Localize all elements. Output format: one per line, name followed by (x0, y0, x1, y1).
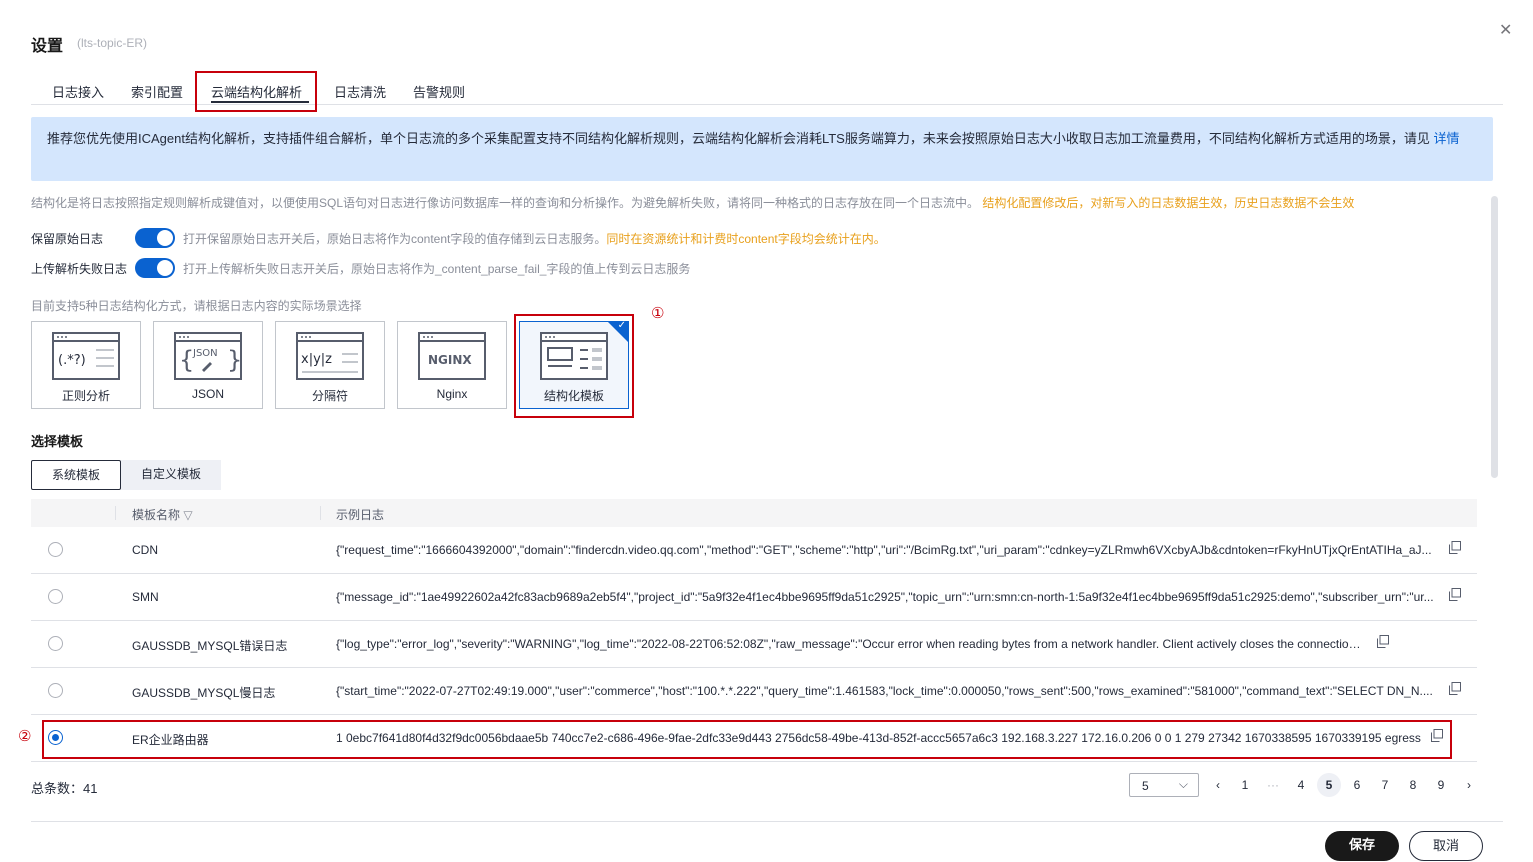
toggle-label: 上传解析失败日志 (31, 261, 128, 276)
toggle-row-keep-raw: 保留原始日志 打开保留原始日志开关后，原始日志将作为content字段的值存储到… (31, 227, 886, 249)
column-header-sample: 示例日志 (336, 508, 385, 522)
svg-text:NGINX: NGINX (428, 353, 472, 367)
tab-log-cleaning[interactable]: 日志清洗 (334, 82, 386, 101)
description-warning: 结构化配置修改后，对新写入的日志数据生效，历史日志数据不会生效 (982, 196, 1355, 210)
svg-text:{: { (179, 346, 194, 374)
copy-icon[interactable] (1449, 541, 1461, 554)
table-row[interactable]: CDN {"request_time":"1666604392000","dom… (31, 527, 1477, 574)
copy-icon[interactable] (1449, 588, 1461, 601)
toggle-desc: 打开保留原始日志开关后，原始日志将作为content字段的值存储到云日志服务。同… (183, 230, 886, 247)
page-9[interactable]: 9 (1429, 773, 1453, 797)
info-banner: 推荐您优先使用ICAgent结构化解析，支持插件组合解析，单个日志流的多个采集配… (31, 117, 1493, 181)
page-5-current[interactable]: 5 (1317, 773, 1341, 797)
cancel-button[interactable]: 取消 (1409, 831, 1483, 861)
nginx-icon: NGINX (418, 332, 486, 380)
details-link[interactable]: 详情 (1433, 131, 1459, 146)
page-1[interactable]: 1 (1233, 773, 1257, 797)
table-header: 模板名称 ▽ 示例日志 (31, 499, 1477, 527)
table-row[interactable]: GAUSSDB_MYSQL慢日志 {"start_time":"2022-07-… (31, 668, 1477, 715)
dialog-title: 设置 (31, 38, 64, 55)
column-divider (115, 506, 116, 520)
pagination: 5 ⌵ (1129, 773, 1199, 797)
copy-icon[interactable] (1449, 682, 1461, 695)
row-radio[interactable] (48, 542, 63, 557)
highlight-box-card (514, 314, 634, 418)
highlight-box-tab (195, 71, 317, 112)
method-label: 分隔符 (311, 389, 348, 403)
prev-page-icon[interactable]: ‹ (1206, 773, 1230, 797)
template-name: GAUSSDB_MYSQL慢日志 (132, 686, 276, 700)
table-row[interactable]: GAUSSDB_MYSQL错误日志 {"log_type":"error_log… (31, 621, 1477, 668)
method-label: JSON (191, 387, 224, 401)
svg-text:}: } (227, 346, 242, 374)
sample-log: {"log_type":"error_log","severity":"WARN… (336, 637, 1366, 651)
json-icon: { } JSON (174, 332, 242, 380)
tab-index-config[interactable]: 索引配置 (131, 82, 183, 101)
toggle-label: 保留原始日志 (31, 231, 104, 246)
column-header-label: 模板名称 (132, 508, 181, 522)
page-6[interactable]: 6 (1345, 773, 1369, 797)
row-radio[interactable] (48, 636, 63, 651)
sample-log: {"start_time":"2022-07-27T02:49:19.000",… (336, 684, 1433, 698)
template-name: GAUSSDB_MYSQL错误日志 (132, 639, 288, 653)
template-name: CDN (132, 543, 158, 557)
method-card-json[interactable]: { } JSON JSON (153, 321, 263, 409)
row-radio[interactable] (48, 683, 63, 698)
footer-divider (31, 821, 1503, 822)
row-radio[interactable] (48, 589, 63, 604)
method-label: Nginx (436, 387, 468, 401)
vertical-scrollbar[interactable] (1491, 196, 1498, 478)
toggle-row-upload-failed: 上传解析失败日志 打开上传解析失败日志开关后，原始日志将作为_content_p… (31, 257, 690, 279)
table-row[interactable]: SMN {"message_id":"1ae49922602a42fc83acb… (31, 574, 1477, 621)
page-ellipsis[interactable]: ··· (1261, 773, 1285, 797)
highlight-box-row (42, 720, 1452, 759)
toggle-desc-text: 打开保留原始日志开关后，原始日志将作为content字段的值存储到云日志服务。 (183, 231, 607, 246)
page-8[interactable]: 8 (1401, 773, 1425, 797)
upload-failed-log-toggle[interactable] (135, 258, 175, 278)
template-name: SMN (132, 590, 159, 604)
method-label: 正则分析 (61, 389, 110, 403)
sample-log: {"message_id":"1ae49922602a42fc83acb9689… (336, 590, 1434, 604)
page-size-select[interactable]: 5 ⌵ (1129, 773, 1199, 797)
banner-text: 推荐您优先使用ICAgent结构化解析，支持插件组合解析，单个日志流的多个采集配… (47, 131, 1430, 146)
method-hint: 目前支持5种日志结构化方式，请根据日志内容的实际场景选择 (31, 299, 362, 313)
column-divider (320, 506, 321, 520)
filter-icon[interactable]: ▽ (183, 508, 192, 522)
template-type-switch: 系统模板 自定义模板 (31, 460, 222, 490)
section-title-select-template: 选择模板 (31, 434, 84, 449)
svg-text:x|y|z: x|y|z (301, 352, 332, 367)
toggle-desc-warning: 同时在资源统计和计费时content字段均会统计在内。 (606, 231, 886, 246)
chevron-down-icon: ⌵ (1178, 777, 1188, 791)
column-header-name: 模板名称 ▽ (132, 506, 193, 523)
system-template-tab[interactable]: 系统模板 (31, 460, 122, 490)
dialog-subtitle: (lts-topic-ER) (77, 36, 148, 50)
annotation-marker-2: ② (18, 728, 32, 745)
method-card-regex[interactable]: (.*?) 正则分析 (31, 321, 141, 409)
copy-icon[interactable] (1377, 635, 1389, 648)
tab-alarm-rules[interactable]: 告警规则 (413, 82, 465, 101)
regex-icon: (.*?) (52, 332, 120, 380)
total-count: 总条数：41 (31, 781, 98, 796)
toggle-desc: 打开上传解析失败日志开关后，原始日志将作为_content_parse_fail… (183, 261, 691, 276)
method-card-nginx[interactable]: NGINX Nginx (397, 321, 507, 409)
next-page-icon[interactable]: › (1457, 773, 1481, 797)
description-text: 结构化是将日志按照指定规则解析成键值对，以便使用SQL语句对日志进行像访问数据库… (31, 196, 980, 210)
page-4[interactable]: 4 (1289, 773, 1313, 797)
close-icon[interactable]: ✕ (1499, 20, 1512, 40)
annotation-marker-1: ① (651, 305, 665, 322)
svg-text:(.*?): (.*?) (58, 353, 86, 368)
custom-template-tab[interactable]: 自定义模板 (121, 460, 222, 490)
svg-text:JSON: JSON (192, 348, 218, 359)
keep-raw-log-toggle[interactable] (135, 228, 175, 248)
tab-log-ingestion[interactable]: 日志接入 (52, 82, 104, 101)
page-size-value: 5 (1142, 779, 1149, 793)
save-button[interactable]: 保存 (1325, 831, 1399, 861)
delimiter-icon: x|y|z (296, 332, 364, 380)
structuring-description: 结构化是将日志按照指定规则解析成键值对，以便使用SQL语句对日志进行像访问数据库… (31, 194, 1354, 211)
method-card-delimiter[interactable]: x|y|z 分隔符 (275, 321, 385, 409)
page-7[interactable]: 7 (1373, 773, 1397, 797)
sample-log: {"request_time":"1666604392000","domain"… (336, 543, 1432, 557)
